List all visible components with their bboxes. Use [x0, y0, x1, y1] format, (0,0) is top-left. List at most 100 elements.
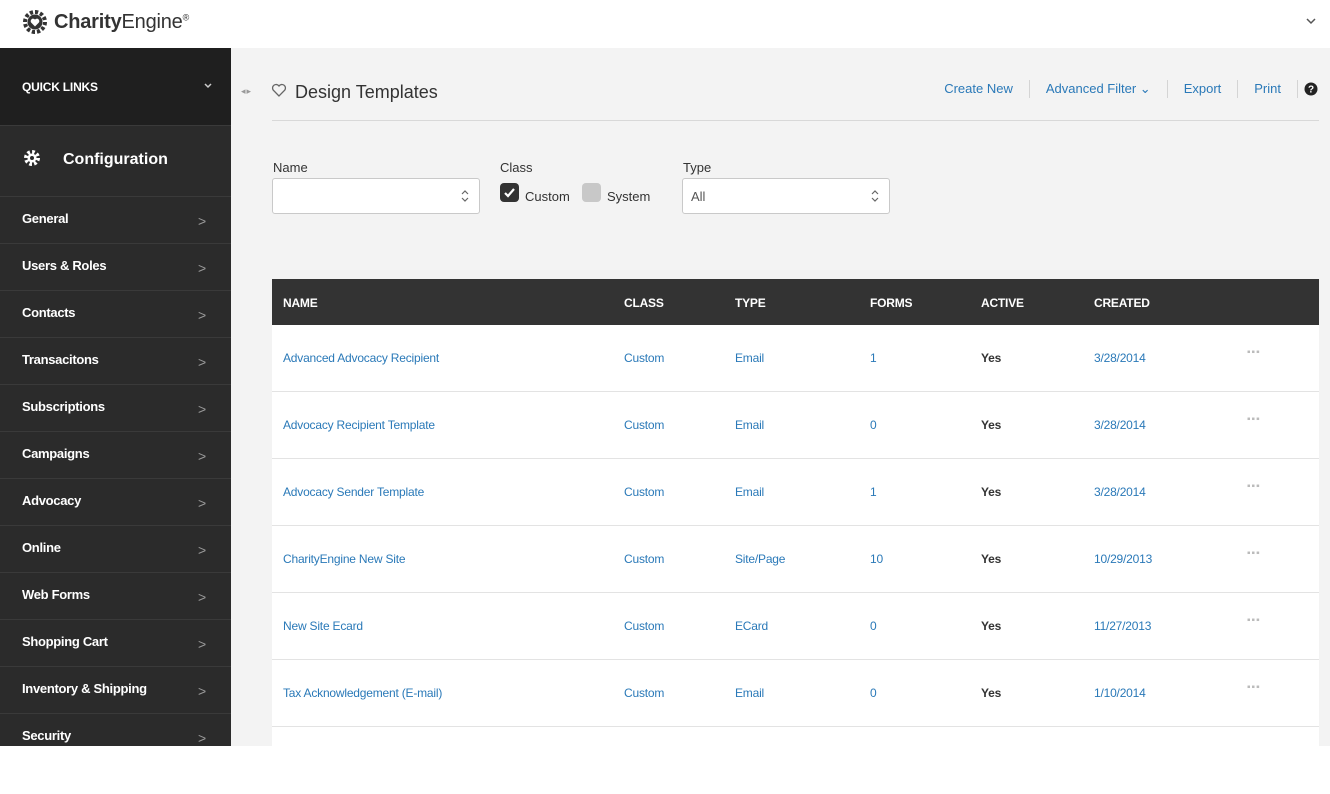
sidebar-item-web-forms[interactable]: Web Forms > — [0, 572, 231, 619]
row-menu-icon[interactable]: ▪▪▪ — [1247, 414, 1261, 425]
sidebar-item-subscriptions[interactable]: Subscriptions > — [0, 384, 231, 431]
row-forms-link[interactable]: 0 — [870, 418, 877, 432]
table-header: NAME CLASS TYPE FORMS ACTIVE CREATED — [272, 279, 1319, 325]
sidebar-item-contacts[interactable]: Contacts > — [0, 290, 231, 337]
export-link[interactable]: Export — [1168, 80, 1239, 98]
chevron-right-icon: > — [198, 730, 207, 746]
row-forms-link[interactable]: 1 — [870, 485, 877, 499]
svg-text:?: ? — [1308, 85, 1314, 96]
sidebar-item-security[interactable]: Security > — [0, 713, 231, 760]
top-bar: CharityEngine® — [0, 0, 1330, 48]
chevron-right-icon: > — [198, 683, 207, 699]
row-forms-link[interactable]: 0 — [870, 686, 877, 700]
collapse-sidebar-handle[interactable]: ◂▸ — [241, 86, 252, 97]
column-header-forms[interactable]: FORMS — [870, 296, 913, 310]
chevron-right-icon: > — [198, 401, 207, 417]
row-name-link[interactable]: Tax Acknowledgement (E-mail) — [283, 686, 442, 700]
row-name-link[interactable]: Advocacy Recipient Template — [283, 418, 435, 432]
sidebar-item-label: Security — [22, 728, 71, 743]
account-chevron-down-icon[interactable] — [1304, 14, 1318, 28]
row-created-link[interactable]: 11/27/2013 — [1094, 619, 1151, 633]
column-header-created[interactable]: CREATED — [1094, 296, 1150, 310]
type-filter-label: Type — [683, 160, 712, 175]
row-menu-icon[interactable]: ▪▪▪ — [1247, 682, 1261, 693]
class-custom-checkbox[interactable] — [500, 183, 519, 202]
chevron-right-icon: > — [198, 542, 207, 558]
row-active: Yes — [981, 552, 1002, 566]
row-type-link[interactable]: Email — [735, 485, 764, 499]
print-link[interactable]: Print — [1238, 80, 1298, 98]
row-type-link[interactable]: Site/Page — [735, 552, 785, 566]
sidebar-item-users-roles[interactable]: Users & Roles > — [0, 243, 231, 290]
row-type-link[interactable]: Email — [735, 686, 764, 700]
sidebar-item-label: Transacitons — [22, 352, 99, 367]
row-active: Yes — [981, 485, 1002, 499]
row-type-link[interactable]: Email — [735, 351, 764, 365]
chevron-right-icon: > — [198, 589, 207, 605]
sidebar-item-label: Users & Roles — [22, 258, 107, 273]
row-forms-link[interactable]: 1 — [870, 351, 877, 365]
row-class-link[interactable]: Custom — [624, 619, 664, 633]
column-header-class[interactable]: CLASS — [624, 296, 664, 310]
sidebar-item-label: Online — [22, 540, 61, 555]
sidebar-item-label: Advocacy — [22, 493, 82, 508]
chevron-right-icon: > — [198, 636, 207, 652]
sidebar-item-advocacy[interactable]: Advocacy > — [0, 478, 231, 525]
sidebar-item-general[interactable]: General > — [0, 196, 231, 243]
row-class-link[interactable]: Custom — [624, 418, 664, 432]
sidebar-item-inventory-shipping[interactable]: Inventory & Shipping > — [0, 666, 231, 713]
row-created-link[interactable]: 1/10/2014 — [1094, 686, 1146, 700]
class-system-label: System — [607, 189, 651, 204]
row-forms-link[interactable]: 10 — [870, 552, 883, 566]
row-class-link[interactable]: Custom — [624, 485, 664, 499]
favorite-heart-icon[interactable] — [271, 82, 287, 98]
advanced-filter-dropdown[interactable]: Advanced Filter ⌄ — [1030, 80, 1168, 98]
column-header-type[interactable]: TYPE — [735, 296, 766, 310]
sidebar-section-configuration: Configuration — [0, 126, 231, 196]
row-active: Yes — [981, 686, 1002, 700]
quick-links-toggle[interactable]: QUICK LINKS — [0, 48, 231, 126]
chevron-right-icon: > — [198, 354, 207, 370]
column-header-name[interactable]: NAME — [283, 296, 318, 310]
sidebar-item-label: General — [22, 211, 69, 226]
up-down-arrows-icon — [871, 190, 879, 202]
create-new-link[interactable]: Create New — [928, 80, 1030, 98]
table-row: Advanced Advocacy Recipient Custom Email… — [272, 325, 1319, 392]
row-active: Yes — [981, 619, 1002, 633]
chevron-right-icon: > — [198, 495, 207, 511]
row-name-link[interactable]: Advocacy Sender Template — [283, 485, 424, 499]
row-active: Yes — [981, 418, 1002, 432]
row-menu-icon[interactable]: ▪▪▪ — [1247, 615, 1261, 626]
row-class-link[interactable]: Custom — [624, 552, 664, 566]
row-created-link[interactable]: 3/28/2014 — [1094, 485, 1146, 499]
row-name-link[interactable]: New Site Ecard — [283, 619, 363, 633]
class-system-checkbox[interactable] — [582, 183, 601, 202]
row-menu-icon[interactable]: ▪▪▪ — [1247, 347, 1261, 358]
row-forms-link[interactable]: 0 — [870, 619, 877, 633]
row-type-link[interactable]: Email — [735, 418, 764, 432]
sidebar-item-campaigns[interactable]: Campaigns > — [0, 431, 231, 478]
row-name-link[interactable]: Advanced Advocacy Recipient — [283, 351, 439, 365]
row-created-link[interactable]: 3/28/2014 — [1094, 418, 1146, 432]
sidebar-item-shopping-cart[interactable]: Shopping Cart > — [0, 619, 231, 666]
row-name-link[interactable]: CharityEngine New Site — [283, 552, 406, 566]
sidebar-item-transactions[interactable]: Transacitons > — [0, 337, 231, 384]
column-header-active[interactable]: ACTIVE — [981, 296, 1024, 310]
row-menu-icon[interactable]: ▪▪▪ — [1247, 481, 1261, 492]
row-created-link[interactable]: 10/29/2013 — [1094, 552, 1152, 566]
sidebar-item-label: Campaigns — [22, 446, 90, 461]
sidebar-item-label: Contacts — [22, 305, 76, 320]
row-class-link[interactable]: Custom — [624, 351, 664, 365]
type-filter-select[interactable]: All — [682, 178, 890, 214]
row-created-link[interactable]: 3/28/2014 — [1094, 351, 1146, 365]
sidebar-item-label: Web Forms — [22, 587, 90, 602]
sidebar-item-label: Shopping Cart — [22, 634, 108, 649]
row-type-link[interactable]: ECard — [735, 619, 768, 633]
name-filter-input[interactable] — [272, 178, 480, 214]
help-icon[interactable]: ? — [1304, 82, 1318, 96]
sidebar-item-online[interactable]: Online > — [0, 525, 231, 572]
chevron-right-icon: > — [198, 260, 207, 276]
row-class-link[interactable]: Custom — [624, 686, 664, 700]
row-menu-icon[interactable]: ▪▪▪ — [1247, 548, 1261, 559]
brand-logo[interactable]: CharityEngine® — [22, 8, 189, 36]
